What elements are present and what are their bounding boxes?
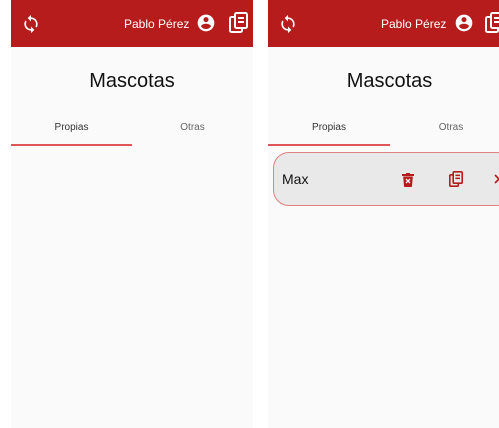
tab-propias[interactable]: Propias [268, 118, 390, 146]
account-circle-icon[interactable] [196, 13, 216, 33]
refresh-icon[interactable] [21, 14, 41, 34]
app-bar: Pablo Pérez [11, 0, 253, 47]
trash-icon[interactable] [402, 173, 414, 187]
tab-otras[interactable]: Otras [132, 118, 253, 144]
page-title: Mascotas [89, 70, 175, 92]
screen-empty-list: Pablo Pérez Mascotas Propias Otras [11, 0, 253, 428]
account-circle-icon[interactable] [454, 13, 474, 33]
document-copy-icon[interactable] [449, 171, 463, 187]
app-bar: Pablo Pérez [268, 0, 499, 47]
tab-otras[interactable]: Otras [390, 118, 499, 144]
document-copy-icon[interactable] [229, 12, 249, 34]
pet-card[interactable]: Max [273, 152, 499, 206]
tab-propias[interactable]: Propias [11, 118, 132, 146]
user-name: Pablo Pérez [381, 17, 447, 31]
tab-bar: Propias Otras [11, 118, 253, 146]
refresh-icon[interactable] [278, 14, 298, 34]
page-title: Mascotas [346, 70, 433, 92]
screen-pet-list: Pablo Pérez Mascotas Propias Otras Max [268, 0, 499, 428]
pet-name: Max [282, 171, 309, 187]
tab-bar: Propias Otras [268, 118, 499, 146]
document-copy-icon[interactable] [485, 12, 499, 34]
user-name: Pablo Pérez [124, 17, 190, 31]
chevron-right-icon[interactable] [493, 172, 499, 186]
